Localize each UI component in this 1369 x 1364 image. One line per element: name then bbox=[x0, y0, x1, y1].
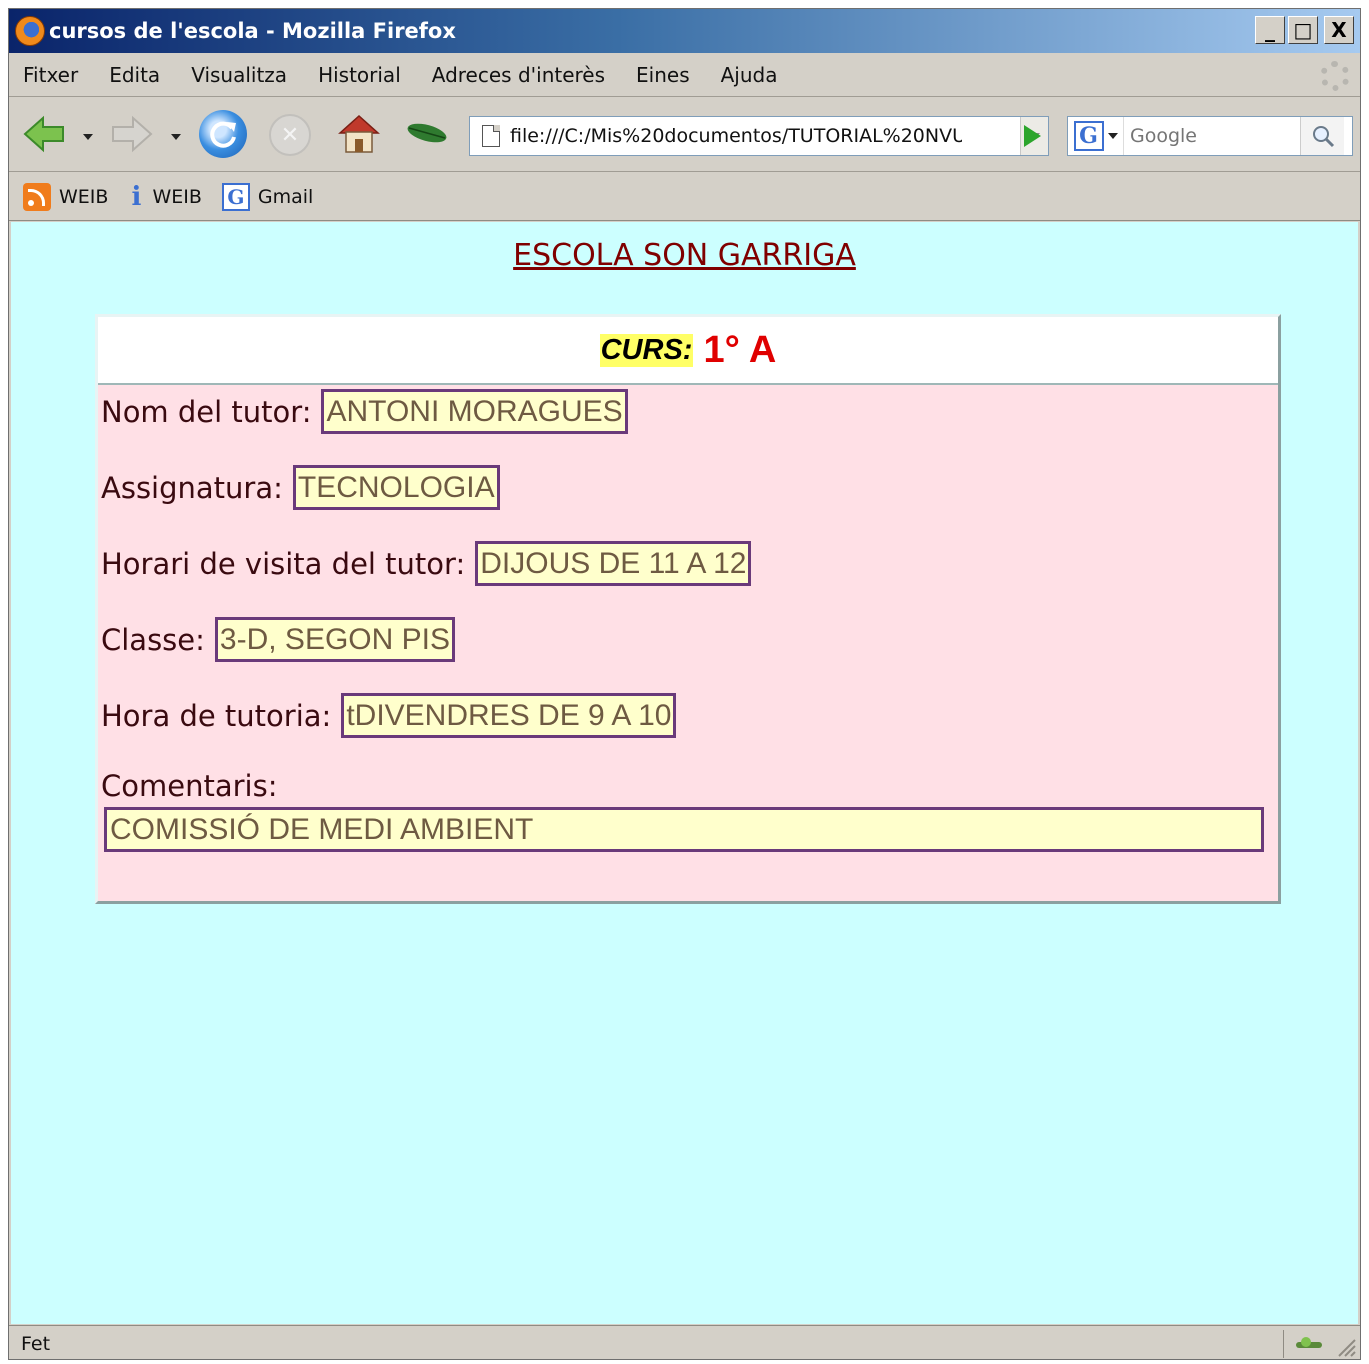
field-row-tutoria: Hora de tutoria: tDIVENDRES DE 9 A 10 bbox=[101, 693, 677, 738]
page-title: ESCOLA SON GARRIGA bbox=[513, 238, 856, 273]
page-icon bbox=[482, 125, 500, 147]
search-button[interactable] bbox=[1300, 117, 1344, 155]
google-icon: G bbox=[221, 182, 250, 211]
window-controls: _ □ X bbox=[1255, 16, 1354, 44]
chevron-down-icon bbox=[83, 134, 93, 140]
menu-visualitza[interactable]: Visualitza bbox=[191, 63, 287, 87]
menu-edita[interactable]: Edita bbox=[109, 63, 160, 87]
go-button[interactable] bbox=[1014, 118, 1050, 154]
bookmarks-bar: WEIB i WEIB G Gmail bbox=[9, 173, 1360, 221]
leaf-icon bbox=[407, 123, 447, 143]
bookmark-label: WEIB bbox=[59, 185, 109, 208]
minimize-button[interactable]: _ bbox=[1255, 16, 1285, 44]
field-row-assignatura: Assignatura: TECNOLOGIA bbox=[101, 465, 500, 510]
horari-field[interactable]: DIJOUS DE 11 A 12 bbox=[475, 541, 752, 586]
firefox-logo-icon bbox=[15, 16, 45, 46]
assignatura-label: Assignatura: bbox=[101, 470, 283, 505]
comments-label: Comentaris: bbox=[101, 769, 278, 803]
url-bar[interactable]: file:///C:/Mis%20documentos/TUTORIAL%20N… bbox=[469, 116, 1049, 156]
go-icon bbox=[1023, 125, 1041, 147]
course-card: CURS: 1° A Nom del tutor: ANTONI MORAGUE… bbox=[95, 314, 1281, 904]
menu-ajuda[interactable]: Ajuda bbox=[721, 63, 778, 87]
maximize-button[interactable]: □ bbox=[1288, 16, 1318, 44]
search-input[interactable] bbox=[1124, 118, 1300, 154]
title-bar[interactable]: cursos de l'escola - Mozilla Firefox _ □… bbox=[9, 9, 1360, 53]
home-icon bbox=[338, 114, 380, 153]
resize-grip-icon[interactable] bbox=[1334, 1335, 1356, 1357]
tutor-field[interactable]: ANTONI MORAGUES bbox=[321, 389, 628, 434]
comments-label-row: Comentaris: bbox=[101, 769, 277, 803]
field-row-horari: Horari de visita del tutor: DIJOUS DE 11… bbox=[101, 541, 752, 586]
curs-label: CURS: bbox=[599, 333, 694, 367]
close-button[interactable]: X bbox=[1324, 16, 1354, 44]
forward-icon bbox=[112, 115, 153, 153]
forward-button[interactable] bbox=[109, 114, 155, 154]
comments-field[interactable]: COMISSIÓ DE MEDI AMBIENT bbox=[104, 807, 1264, 852]
info-icon: i bbox=[131, 181, 142, 212]
assignatura-field[interactable]: TECNOLOGIA bbox=[292, 465, 500, 510]
bookmark-weib-rss[interactable]: WEIB bbox=[23, 182, 109, 211]
menu-historial[interactable]: Historial bbox=[318, 63, 401, 87]
forward-history-dropdown[interactable] bbox=[169, 132, 183, 142]
throbber-icon bbox=[1320, 61, 1350, 91]
field-row-tutor: Nom del tutor: ANTONI MORAGUES bbox=[101, 389, 628, 434]
chevron-down-icon bbox=[1107, 133, 1118, 139]
horari-label: Horari de visita del tutor: bbox=[101, 546, 466, 581]
rss-icon bbox=[23, 182, 51, 211]
reload-button[interactable] bbox=[199, 110, 247, 158]
page-content: ESCOLA SON GARRIGA CURS: 1° A Nom del tu… bbox=[11, 222, 1358, 1324]
status-text: Fet bbox=[21, 1332, 51, 1355]
connection-icon bbox=[1296, 1337, 1322, 1348]
search-icon bbox=[1312, 126, 1334, 148]
status-divider bbox=[1283, 1330, 1284, 1358]
url-text[interactable]: file:///C:/Mis%20documentos/TUTORIAL%20N… bbox=[510, 125, 962, 147]
bookmark-label: WEIB bbox=[152, 185, 202, 208]
search-engine-selector[interactable]: G bbox=[1068, 117, 1124, 155]
bookmark-label: Gmail bbox=[257, 185, 314, 208]
menu-adreces[interactable]: Adreces d'interès bbox=[432, 63, 605, 87]
tutoria-field[interactable]: tDIVENDRES DE 9 A 10 bbox=[341, 693, 677, 738]
stop-icon: ✕ bbox=[280, 122, 300, 148]
leaf-button[interactable] bbox=[403, 120, 451, 146]
tutoria-label: Hora de tutoria: bbox=[101, 698, 332, 733]
bookmark-weib-info[interactable]: i WEIB bbox=[128, 182, 201, 212]
menu-fitxer[interactable]: Fitxer bbox=[23, 63, 78, 87]
tutor-label: Nom del tutor: bbox=[101, 394, 312, 429]
home-button[interactable] bbox=[335, 110, 383, 158]
status-bar: Fet bbox=[9, 1325, 1360, 1359]
menu-bar: Fitxer Edita Visualitza Historial Adrece… bbox=[9, 53, 1360, 97]
classe-label: Classe: bbox=[101, 622, 205, 657]
back-history-dropdown[interactable] bbox=[81, 132, 95, 142]
stop-button[interactable]: ✕ bbox=[269, 114, 311, 156]
back-button[interactable] bbox=[21, 114, 67, 154]
field-row-classe: Classe: 3-D, SEGON PIS bbox=[101, 617, 455, 662]
course-header: CURS: 1° A bbox=[98, 317, 1278, 385]
curs-value: 1° A bbox=[703, 328, 777, 371]
menu-eines[interactable]: Eines bbox=[636, 63, 690, 87]
navigation-toolbar: ✕ file:///C:/Mis%20documentos/TUTORIAL%2… bbox=[9, 98, 1360, 172]
search-bar: G bbox=[1067, 116, 1353, 156]
google-icon: G bbox=[1073, 121, 1104, 151]
classe-field[interactable]: 3-D, SEGON PIS bbox=[214, 617, 455, 662]
chevron-down-icon bbox=[171, 134, 181, 140]
browser-window: cursos de l'escola - Mozilla Firefox _ □… bbox=[8, 8, 1361, 1360]
back-icon bbox=[23, 115, 64, 153]
reload-icon bbox=[210, 121, 236, 148]
bookmark-gmail[interactable]: G Gmail bbox=[221, 182, 314, 211]
window-title: cursos de l'escola - Mozilla Firefox bbox=[49, 19, 456, 43]
